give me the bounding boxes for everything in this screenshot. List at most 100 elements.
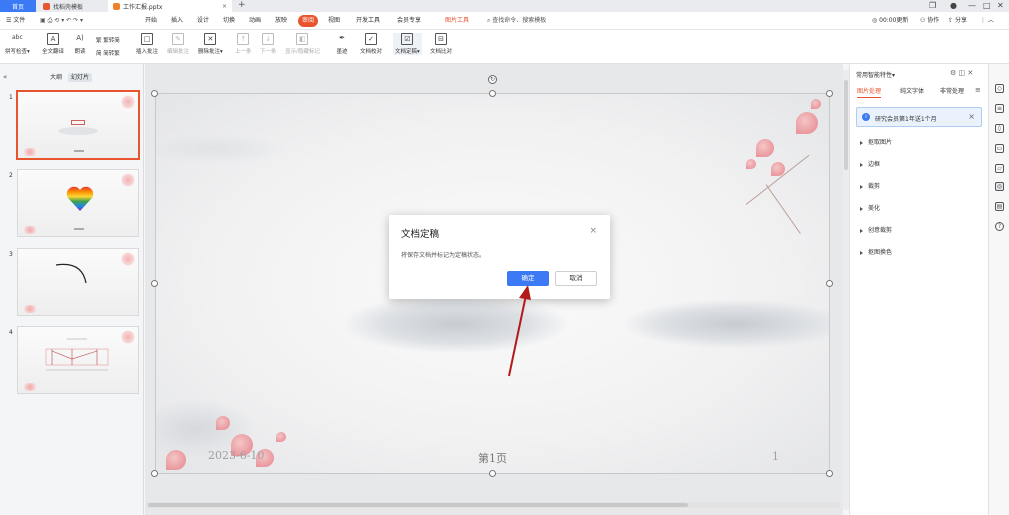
close-window-button[interactable]: ✕ [997,0,1004,12]
menu-home[interactable]: 开始 [145,15,157,27]
flower-decoration [22,148,38,156]
more-icon[interactable]: ⋮ ︿ [980,15,994,27]
resize-handle[interactable] [151,90,158,97]
file-menu[interactable]: ☰ 文件 [6,15,25,27]
pen-icon: ✒ [339,34,345,42]
resize-handle[interactable] [826,90,833,97]
panel-item[interactable]: 边框 [860,159,880,168]
tab-document-label: 工作汇报.pptx [123,3,163,11]
tab-text[interactable]: 纯文字体 [900,86,924,97]
layout-icon[interactable]: ❐ [929,0,936,12]
resize-handle[interactable] [826,280,833,287]
tab-template-store[interactable]: 找稻壳模板 [38,0,106,12]
search-box[interactable]: ⌕ 查找命令、搜索模板 [487,15,546,27]
object-icon[interactable]: ◇ [995,84,1004,93]
simp-to-trad-button[interactable]: 简 简转繁 [96,49,120,57]
help-icon[interactable]: ? [995,222,1004,231]
share-button[interactable]: ⇪ 分享 [948,15,967,27]
menu-slideshow[interactable]: 放映 [275,15,287,27]
tab-home[interactable]: 首页 [0,0,36,12]
menu-design[interactable]: 设计 [197,15,209,27]
cancel-button[interactable]: 取消 [555,271,597,286]
panel-item[interactable]: 美化 [860,203,880,212]
compare-document-button[interactable]: ⊟ 文档比对 [430,33,452,55]
smart-icon[interactable]: ◎ [995,182,1004,191]
resize-handle[interactable] [826,470,833,477]
dialog-title: 文档定稿 [401,229,440,240]
flower-decoration [22,383,38,391]
property-icon[interactable]: ≡ [995,104,1004,113]
translate-label: 全文翻译 [42,49,65,55]
collapse-panel-icon[interactable]: « [3,73,7,81]
rotate-handle-icon[interactable]: ↻ [488,75,497,84]
spell-check-button[interactable]: abc 拼写检查▾ [5,33,30,55]
new-tab-button[interactable]: + [238,0,246,12]
info-icon: i [862,113,870,121]
collab-button[interactable]: ⚇ 协作 [920,15,939,27]
expand-arrow-icon [860,228,863,233]
menu-bar: ☰ 文件 ▣ ⎙ ⟲ ▾ ↶ ↷ ▾ 开始 插入 设计 切换 动画 放映 审阅 … [0,12,1009,30]
flower-decoration [22,305,38,313]
tab-slides[interactable]: 幻灯片 [68,73,93,82]
member-banner[interactable]: i 研究会员第1年送1个月 × [856,107,982,127]
panel-item[interactable]: 抠取图片 [860,137,892,146]
panel-title[interactable]: 常用智能特性▾ [856,70,895,79]
flower-decoration [756,139,774,157]
panel-item[interactable]: 裁剪 [860,181,880,190]
panel-settings-icon[interactable]: ⚙ ◫ ✕ [950,69,973,77]
close-tab-icon[interactable]: × [222,3,227,10]
tab-document[interactable]: 工作汇报.pptx × [108,0,232,12]
delete-comment-button[interactable]: ✕ 删除批注▾ [198,33,223,55]
update-button[interactable]: ◎ 00:00更新 [872,15,908,27]
proofread-button[interactable]: ✓ 文档校对 [360,33,382,55]
layout-icon[interactable]: ▭ [995,144,1004,153]
trad-to-simp-button[interactable]: 繁 繁转简 [96,36,120,44]
previous-comment-button[interactable]: ↑ 上一条 [235,33,252,55]
comment-icon[interactable]: ▱ [995,164,1004,173]
menu-review[interactable]: 审阅 [298,15,319,27]
panel-item[interactable]: 创意裁剪 [860,225,892,234]
shape-icon[interactable]: ◊ [995,124,1004,133]
vertical-scroll-thumb[interactable] [844,80,848,170]
edit-comment-button[interactable]: ✎ 编辑批注 [167,33,189,55]
resize-handle[interactable] [151,470,158,477]
menu-transition[interactable]: 切换 [223,15,235,27]
maximize-button[interactable]: □ [983,0,991,12]
slide-thumbnail-3[interactable] [17,248,139,316]
quick-access-toolbar[interactable]: ▣ ⎙ ⟲ ▾ ↶ ↷ ▾ [40,15,83,27]
tab-image-processing[interactable]: 图片处理 [857,86,882,98]
next-comment-button[interactable]: ↓ 下一条 [260,33,277,55]
menu-picture-tools[interactable]: 图片工具 [445,15,469,27]
comment-icon: □ [141,33,153,45]
menu-developer[interactable]: 开发工具 [356,15,380,27]
user-avatar[interactable]: ● [950,0,957,12]
tab-other[interactable]: 非常处理 [940,86,964,97]
panel-item[interactable]: 抠图换色 [860,247,892,256]
menu-view[interactable]: 视图 [328,15,340,27]
menu-insert[interactable]: 插入 [171,15,183,27]
tab-outline[interactable]: 大纲 [47,73,65,82]
horizontal-scroll-thumb[interactable] [148,503,688,507]
close-banner-icon[interactable]: × [968,112,975,121]
minimize-button[interactable]: — [968,0,976,12]
confirm-button[interactable]: 确定 [507,271,549,286]
show-hide-markup-button[interactable]: ◧ 显示/隐藏标记 [285,33,320,55]
translate-button[interactable]: A 全文翻译 [42,33,64,55]
close-icon[interactable]: × [589,226,597,236]
slide-thumbnail-4[interactable] [17,326,139,394]
ink-button[interactable]: ✒ 墨迹 [336,33,348,55]
resize-handle[interactable] [489,90,496,97]
insert-comment-button[interactable]: □ 插入批注 [136,33,158,55]
menu-member[interactable]: 会员专享 [397,15,421,27]
finalize-document-button[interactable]: ☑ 文档定稿▾ [393,33,422,55]
arc-shape [55,263,87,284]
resize-handle[interactable] [489,470,496,477]
menu-animation[interactable]: 动画 [249,15,261,27]
resize-handle[interactable] [151,280,158,287]
slide-thumbnail-2[interactable] [17,169,139,237]
backup-icon[interactable]: ▤ [995,202,1004,211]
slide-number: 4 [9,329,13,336]
slide-thumbnail-1[interactable] [17,91,139,159]
menu-icon[interactable]: ≡ [975,86,981,94]
read-aloud-button[interactable]: A) 朗读 [74,33,86,55]
